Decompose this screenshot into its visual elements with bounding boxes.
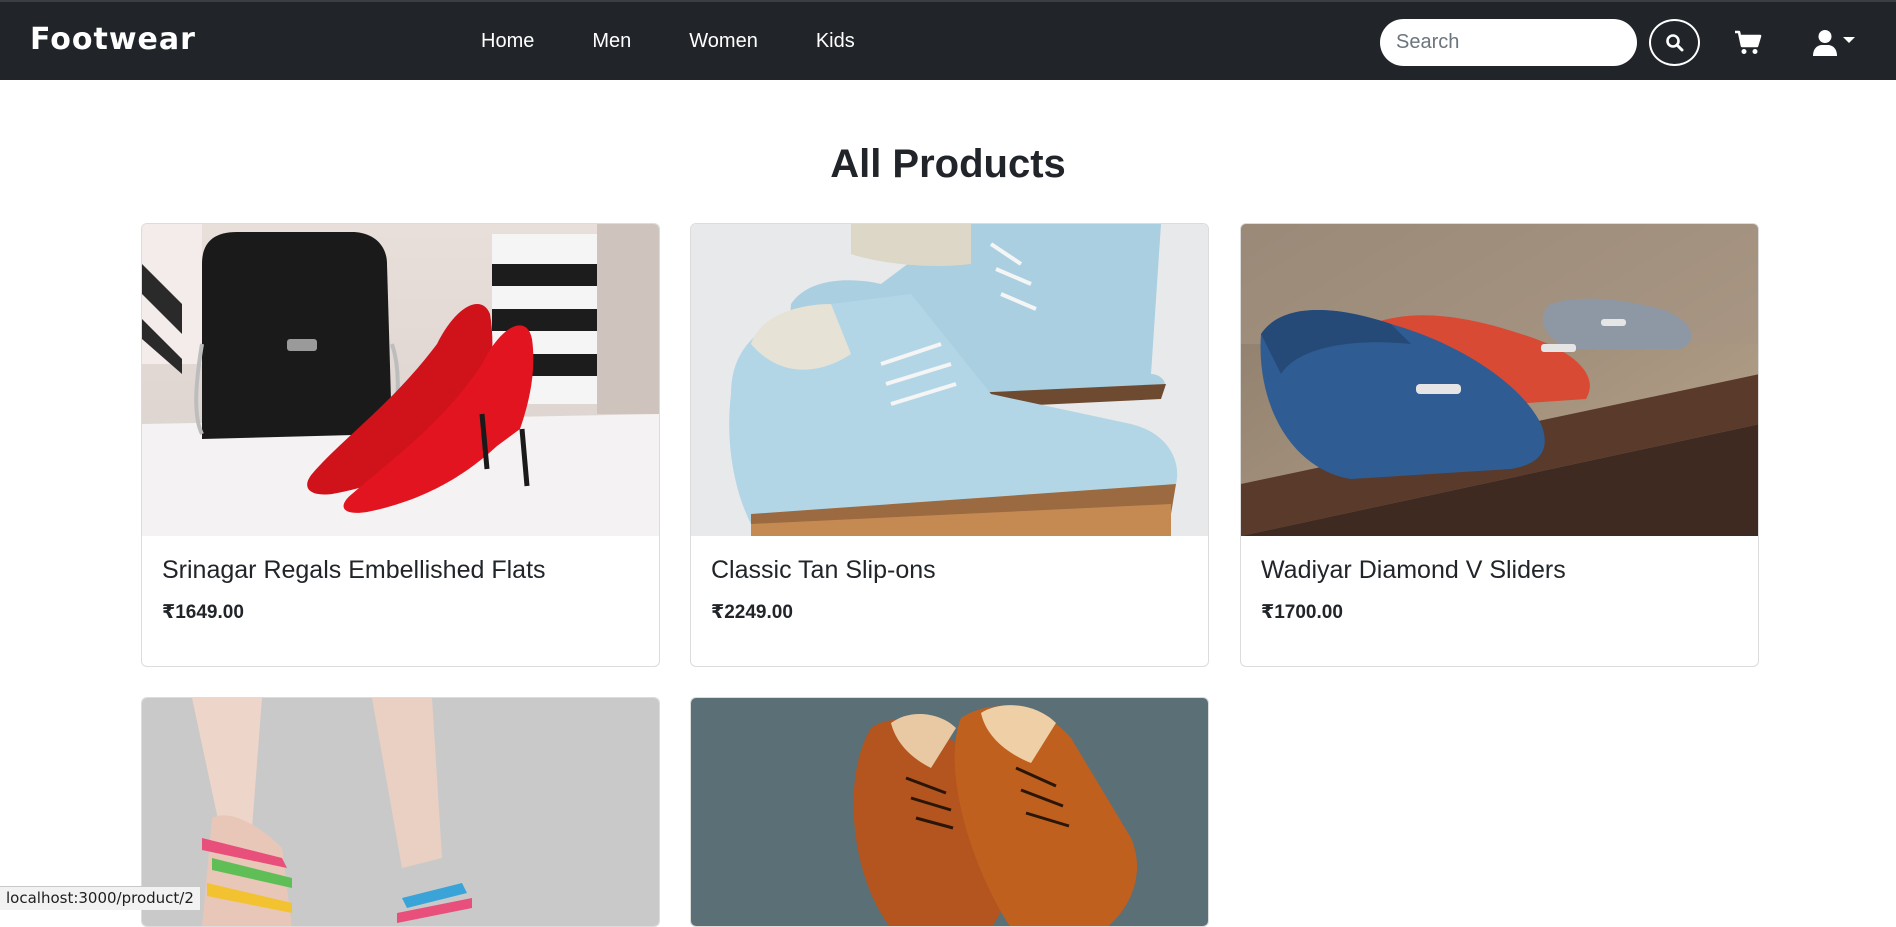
brand-logo[interactable]: Footwear <box>30 22 196 57</box>
nav-link-men[interactable]: Men <box>592 30 631 53</box>
card-body: Classic Tan Slip-ons ₹2249.00 <box>691 536 1208 666</box>
nav-links: Home Men Women Kids <box>481 30 913 53</box>
product-card[interactable]: Srinagar Regals Embellished Flats ₹1649.… <box>141 223 660 667</box>
product-name[interactable]: Classic Tan Slip-ons <box>711 556 1188 585</box>
card-body: Srinagar Regals Embellished Flats ₹1649.… <box>142 536 659 666</box>
product-price: ₹1700.00 <box>1261 602 1343 623</box>
search-icon <box>1665 33 1683 51</box>
product-price: ₹2249.00 <box>711 602 793 623</box>
product-image[interactable] <box>142 224 659 536</box>
product-image[interactable] <box>691 224 1208 536</box>
product-card[interactable]: Wadiyar Diamond V Sliders ₹1700.00 <box>1240 223 1759 667</box>
user-menu-dropdown[interactable] <box>1812 28 1856 58</box>
user-icon <box>1813 30 1837 56</box>
caret-down-icon <box>1843 37 1855 43</box>
product-name[interactable]: Wadiyar Diamond V Sliders <box>1261 556 1738 585</box>
cart-button[interactable] <box>1734 30 1764 58</box>
search-input[interactable] <box>1380 19 1637 66</box>
product-image[interactable] <box>691 698 1208 926</box>
product-card[interactable] <box>141 697 660 927</box>
card-body: Wadiyar Diamond V Sliders ₹1700.00 <box>1241 536 1758 666</box>
product-image[interactable] <box>1241 224 1758 536</box>
product-card[interactable]: Classic Tan Slip-ons ₹2249.00 <box>690 223 1209 667</box>
nav-link-kids[interactable]: Kids <box>816 30 855 53</box>
browser-status-bar: localhost:3000/product/2 <box>0 886 201 910</box>
product-card[interactable] <box>690 697 1209 927</box>
navbar: Footwear Home Men Women Kids <box>0 0 1896 80</box>
product-price: ₹1649.00 <box>162 602 244 623</box>
product-name[interactable]: Srinagar Regals Embellished Flats <box>162 556 639 585</box>
nav-link-women[interactable]: Women <box>689 30 758 53</box>
page-title: All Products <box>830 142 1066 186</box>
nav-link-home[interactable]: Home <box>481 30 534 53</box>
cart-icon <box>1735 30 1762 54</box>
search-button[interactable] <box>1649 19 1700 66</box>
product-image[interactable] <box>142 698 659 926</box>
